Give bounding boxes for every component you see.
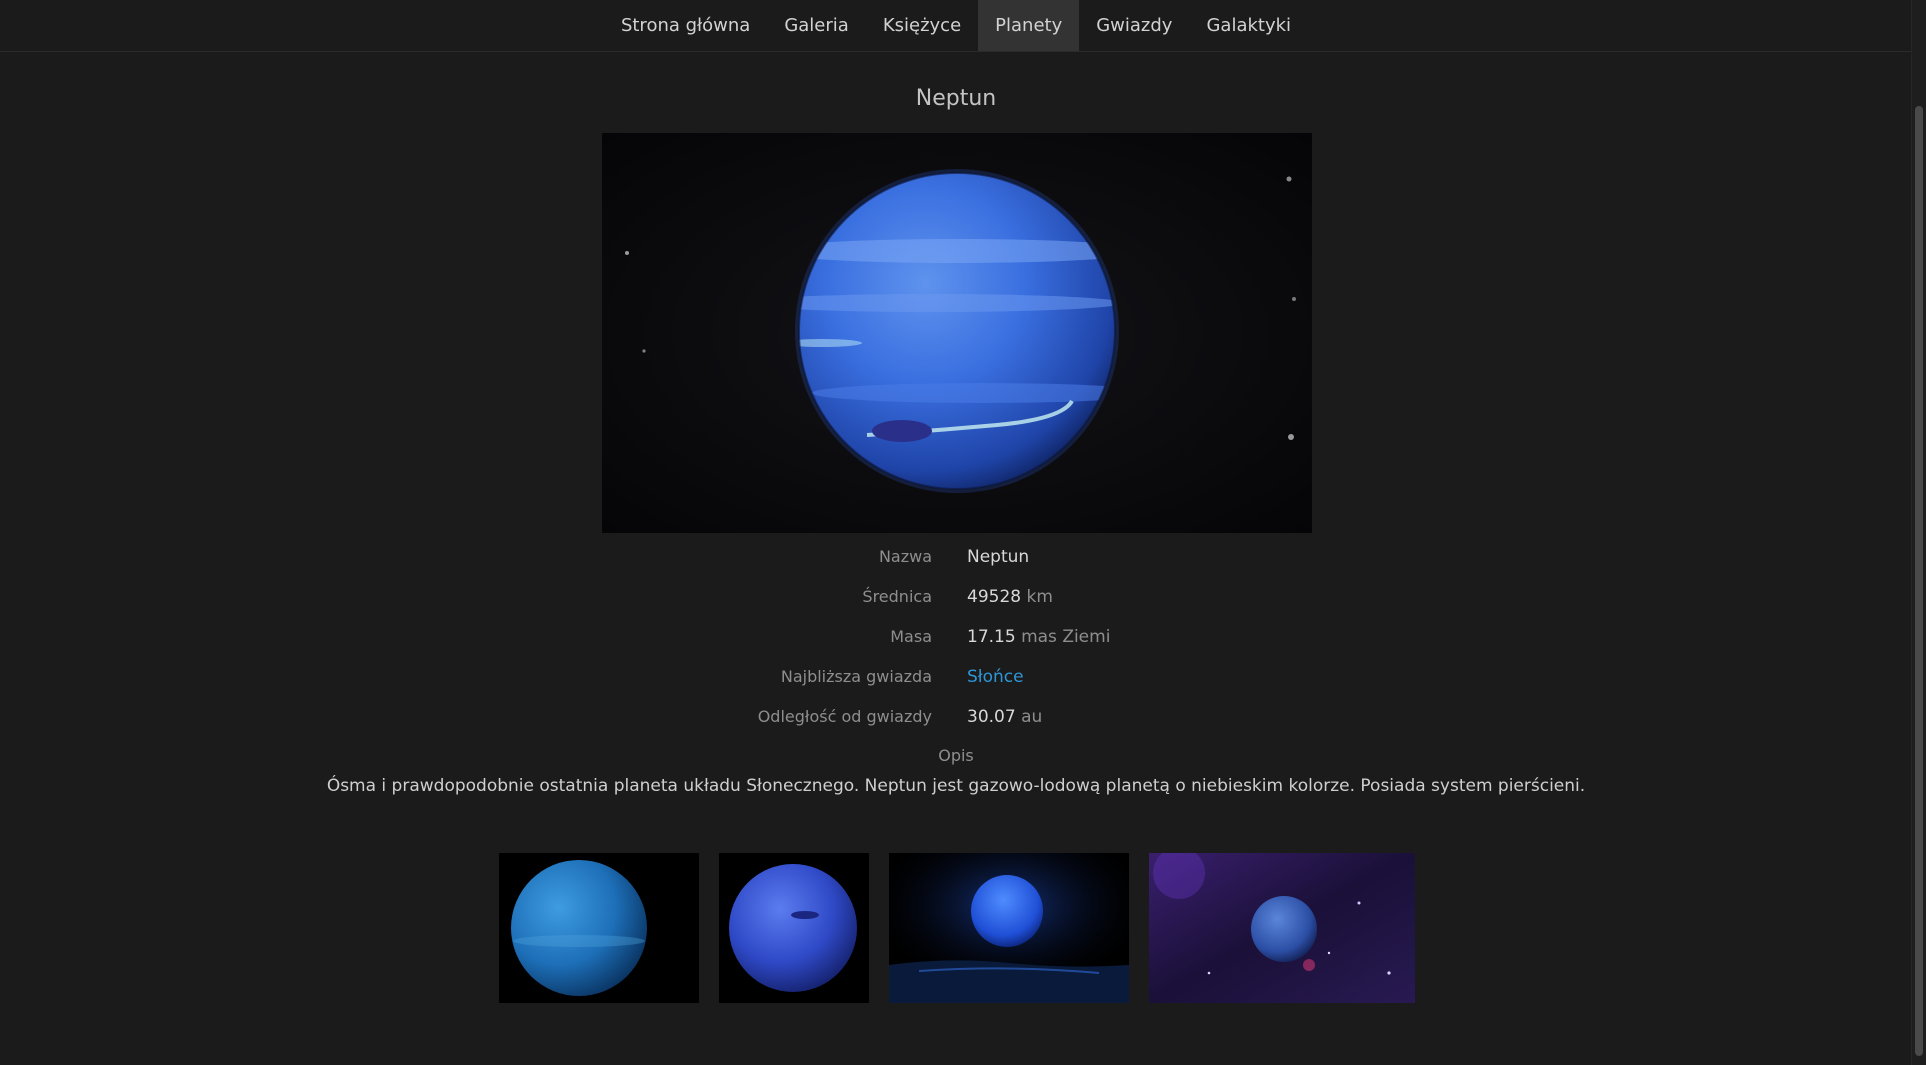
diameter-label: Średnica: [862, 587, 932, 606]
nearest-star-label: Najbliższa gwiazda: [780, 667, 932, 686]
nav-item-moons[interactable]: Księżyce: [866, 0, 978, 51]
nav-item-home[interactable]: Strona główna: [604, 0, 767, 51]
info-row-name: Nazwa Neptun: [0, 545, 1912, 569]
mass-value: 17.15: [967, 627, 1016, 647]
gallery-thumbnail-4[interactable]: [1149, 853, 1415, 1003]
planet-main-image: [602, 133, 1312, 533]
info-row-nearest-star: Najbliższa gwiazda Słońce: [0, 665, 1912, 689]
top-navigation: Strona główna Galeria Księżyce Planety G…: [0, 0, 1912, 52]
scrollbar[interactable]: [1911, 0, 1926, 1065]
mass-label: Masa: [890, 627, 932, 646]
page: Strona główna Galeria Księżyce Planety G…: [0, 0, 1926, 1065]
diameter-unit: km: [1026, 587, 1053, 607]
description-text: Ósma i prawdopodobnie ostatnia planeta u…: [326, 776, 1586, 796]
info-row-diameter: Średnica 49528 km: [0, 585, 1912, 609]
name-label: Nazwa: [878, 547, 932, 566]
mass-unit: mas Ziemi: [1021, 627, 1111, 647]
diameter-value: 49528: [967, 587, 1022, 607]
diameter-value-group: 49528 km: [967, 585, 1053, 609]
nearest-star-link[interactable]: Słońce: [967, 665, 1024, 689]
distance-value: 30.07: [967, 707, 1016, 727]
name-value: Neptun: [967, 547, 1030, 567]
gallery-thumbnail-2[interactable]: [719, 853, 869, 1003]
gallery-thumbnail-1[interactable]: [499, 853, 699, 1003]
nav-item-galaxies[interactable]: Galaktyki: [1189, 0, 1308, 51]
page-title: Neptun: [915, 86, 997, 111]
scrollbar-thumb[interactable]: [1915, 106, 1923, 1056]
nav-item-stars[interactable]: Gwiazdy: [1079, 0, 1189, 51]
nav-item-planets[interactable]: Planety: [978, 0, 1080, 51]
info-row-distance: Odległość od gwiazdy 30.07 au: [0, 705, 1912, 729]
distance-label: Odległość od gwiazdy: [757, 707, 932, 726]
description-label: Opis: [938, 746, 974, 765]
gallery-thumbnail-3[interactable]: [889, 853, 1129, 1003]
distance-value-group: 30.07 au: [967, 705, 1042, 729]
distance-unit: au: [1021, 707, 1043, 727]
info-row-mass: Masa 17.15 mas Ziemi: [0, 625, 1912, 649]
nav-item-gallery[interactable]: Galeria: [767, 0, 866, 51]
mass-value-group: 17.15 mas Ziemi: [967, 625, 1110, 649]
